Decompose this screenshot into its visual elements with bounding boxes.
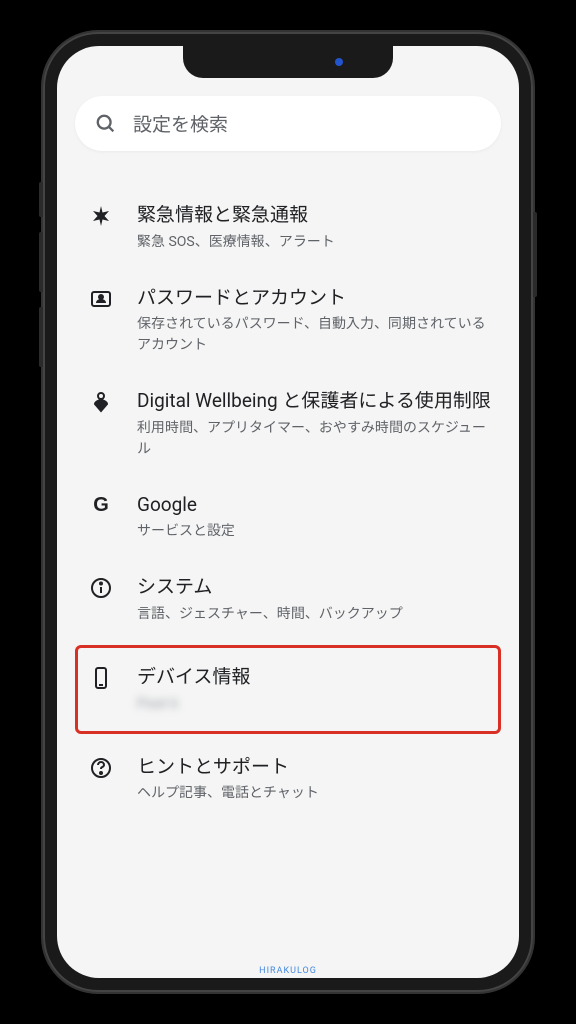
item-title: Digital Wellbeing と保護者による使用制限	[137, 388, 493, 415]
item-title: デバイス情報	[137, 664, 490, 691]
settings-item-device-info[interactable]: デバイス情報 Pixel 6	[75, 645, 501, 734]
notch	[183, 46, 393, 78]
search-bar[interactable]: 設定を検索	[75, 96, 501, 151]
item-subtitle: Pixel 6	[137, 694, 490, 715]
item-title: Google	[137, 492, 493, 519]
info-icon	[89, 576, 113, 600]
settings-item-passwords[interactable]: パスワードとアカウント 保存されているパスワード、自動入力、同期されているアカウ…	[75, 269, 501, 373]
account-icon	[89, 287, 113, 311]
item-subtitle: ヘルプ記事、電話とチャット	[137, 783, 493, 804]
google-icon: G	[89, 494, 113, 518]
settings-item-google[interactable]: G Google サービスと設定	[75, 476, 501, 559]
item-subtitle: 利用時間、アプリタイマー、おやすみ時間のスケジュール	[137, 418, 493, 460]
item-title: パスワードとアカウント	[137, 285, 493, 312]
settings-content: 設定を検索 緊急情報と緊急通報 緊急 SOS、医療情報、アラート	[57, 46, 519, 978]
settings-item-wellbeing[interactable]: Digital Wellbeing と保護者による使用制限 利用時間、アプリタイ…	[75, 372, 501, 476]
phone-frame: 設定を検索 緊急情報と緊急通報 緊急 SOS、医療情報、アラート	[43, 32, 533, 992]
asterisk-icon	[89, 204, 113, 228]
help-icon	[89, 756, 113, 780]
item-subtitle: 緊急 SOS、医療情報、アラート	[137, 232, 493, 253]
search-icon	[95, 113, 117, 135]
settings-item-tips[interactable]: ヒントとサポート ヘルプ記事、電話とチャット	[75, 738, 501, 821]
watermark: HIRAKULOG	[259, 966, 317, 976]
item-subtitle: サービスと設定	[137, 521, 493, 542]
wellbeing-icon	[89, 390, 113, 414]
item-subtitle: 保存されているパスワード、自動入力、同期されているアカウント	[137, 314, 493, 356]
item-title: 緊急情報と緊急通報	[137, 202, 493, 229]
item-title: ヒントとサポート	[137, 754, 493, 781]
screen: 設定を検索 緊急情報と緊急通報 緊急 SOS、医療情報、アラート	[57, 46, 519, 978]
item-title: システム	[137, 574, 493, 601]
search-placeholder: 設定を検索	[133, 110, 228, 137]
item-subtitle: 言語、ジェスチャー、時間、バックアップ	[137, 604, 493, 625]
settings-item-system[interactable]: システム 言語、ジェスチャー、時間、バックアップ	[75, 558, 501, 641]
settings-item-emergency[interactable]: 緊急情報と緊急通報 緊急 SOS、医療情報、アラート	[75, 186, 501, 269]
phone-icon	[89, 666, 113, 690]
